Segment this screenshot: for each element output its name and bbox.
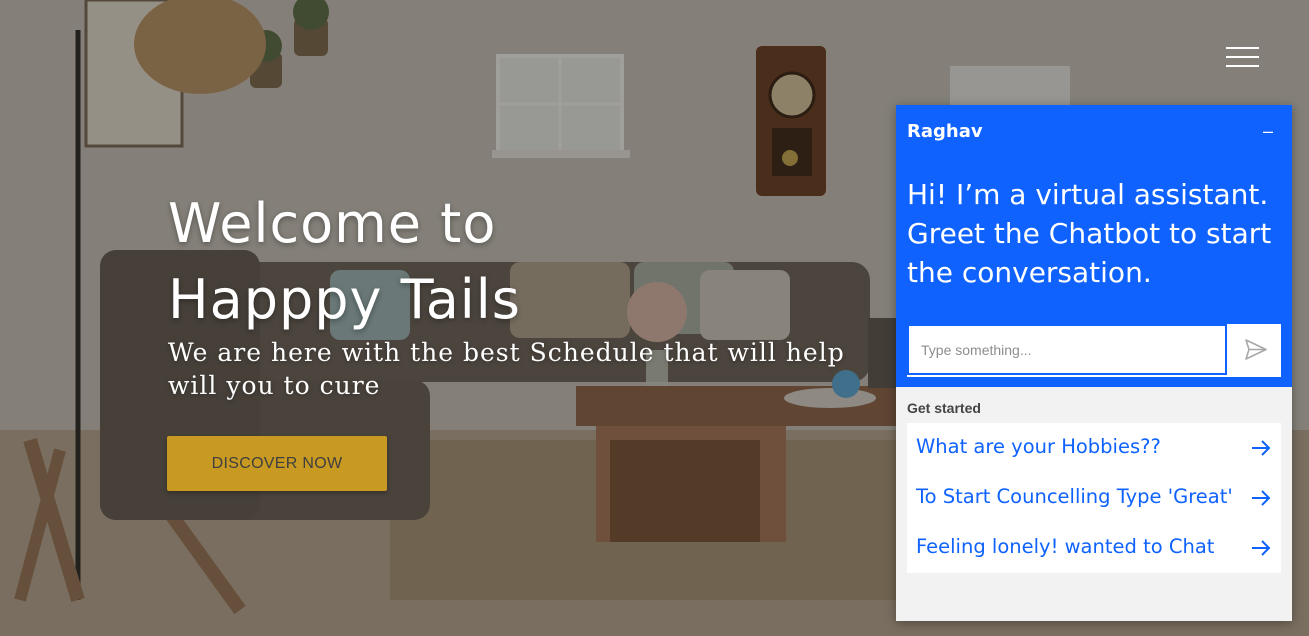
- suggestion-feeling-lonely[interactable]: Feeling lonely! wanted to Chat: [907, 523, 1281, 573]
- suggestion-label: To Start Councelling Type 'Great': [916, 485, 1233, 508]
- discover-now-button[interactable]: DISCOVER NOW: [167, 436, 387, 491]
- hamburger-bar-top: [1226, 47, 1259, 49]
- hero-subtitle: We are here with the best Schedule that …: [168, 338, 845, 400]
- chat-assistant-name: Raghav: [907, 121, 983, 142]
- arrow-right-icon: [1252, 440, 1271, 456]
- suggestion-label: Feeling lonely! wanted to Chat: [916, 535, 1215, 558]
- suggestion-start-councelling[interactable]: To Start Councelling Type 'Great': [907, 473, 1281, 523]
- suggestion-hobbies[interactable]: What are your Hobbies??: [907, 423, 1281, 473]
- hamburger-bar-bottom: [1226, 65, 1259, 67]
- arrow-right-icon: [1252, 490, 1271, 506]
- minimize-icon[interactable]: –: [1258, 121, 1278, 141]
- hamburger-menu-icon[interactable]: [1226, 47, 1259, 69]
- hero-title-line2: Happpy Tails: [168, 268, 521, 331]
- chat-widget: Raghav – Hi! I’m a virtual assistant. Gr…: [896, 105, 1292, 621]
- chat-input-bar: [907, 324, 1281, 377]
- get-started-heading: Get started: [907, 400, 981, 416]
- chat-message-input[interactable]: [907, 324, 1227, 375]
- suggestion-label: What are your Hobbies??: [916, 435, 1161, 458]
- hero-title-line1: Welcome to: [168, 192, 497, 255]
- hero-title: Welcome to Happpy Tails: [168, 186, 521, 338]
- send-icon: [1245, 339, 1267, 360]
- chat-greeting: Hi! I’m a virtual assistant. Greet the C…: [907, 178, 1272, 289]
- hamburger-bar-middle: [1226, 56, 1259, 58]
- send-button[interactable]: [1230, 324, 1281, 375]
- chat-header: Raghav – Hi! I’m a virtual assistant. Gr…: [896, 105, 1292, 387]
- arrow-right-icon: [1252, 540, 1271, 556]
